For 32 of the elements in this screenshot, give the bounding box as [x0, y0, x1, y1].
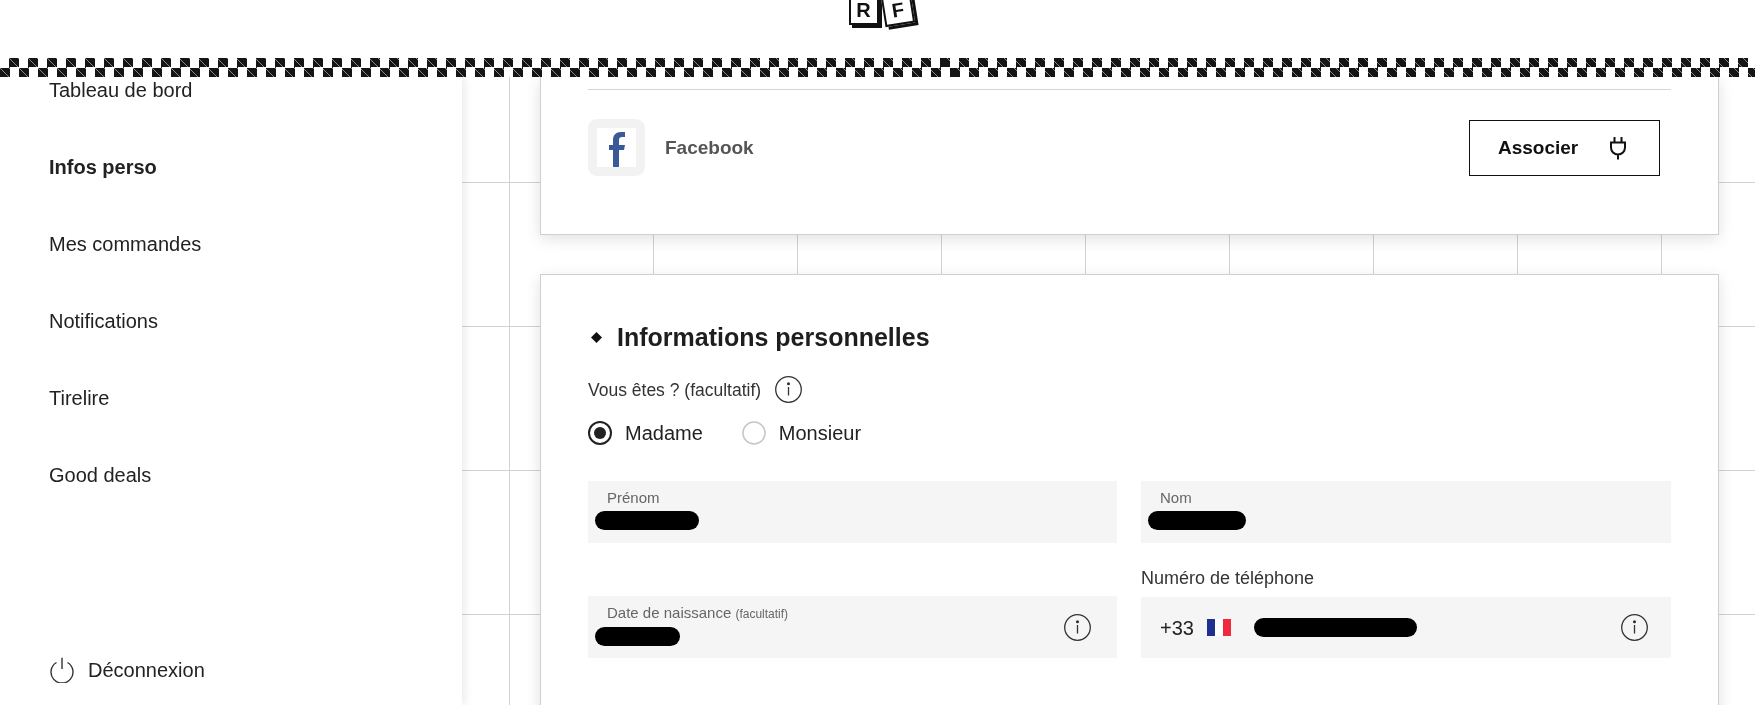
sidebar-link[interactable]: Tirelire	[49, 386, 110, 410]
sidebar-link[interactable]: Notifications	[49, 309, 158, 333]
sidebar-link[interactable]: Infos perso	[49, 155, 157, 179]
connect-button[interactable]: Associer	[1469, 119, 1660, 176]
power-icon	[49, 657, 75, 683]
logo-letter: R	[848, 0, 879, 25]
sidebar-link[interactable]: Good deals	[49, 463, 152, 487]
phone-field[interactable]: +33	[1141, 597, 1671, 658]
text-field[interactable]: Date de naissance (facultatif)	[588, 596, 1117, 658]
sidebar-link[interactable]: Tableau de bord	[49, 78, 193, 102]
field-label: Nom	[1160, 489, 1192, 507]
diamond-icon	[591, 331, 602, 343]
radio-option[interactable]: Monsieur	[741, 421, 862, 445]
text-field[interactable]: Prénom	[588, 481, 1117, 543]
text-field[interactable]: Nom	[1141, 481, 1671, 543]
logo-letter: F	[880, 0, 915, 28]
radio-option[interactable]: Madame	[588, 421, 703, 445]
sidebar-link[interactable]: Mes commandes	[49, 232, 202, 256]
field-label: Prénom	[607, 489, 660, 507]
field-label: Numéro de téléphone	[1141, 567, 1316, 589]
account-name: Facebook	[665, 135, 755, 160]
logout-button[interactable]: Déconnexion	[49, 657, 205, 683]
info-icon[interactable]	[1621, 614, 1648, 641]
plug-icon	[1609, 135, 1627, 160]
info-icon[interactable]	[775, 376, 803, 403]
section-title: Informations personnelles	[617, 322, 930, 352]
country-code: +33	[1160, 615, 1194, 640]
info-icon[interactable]	[1064, 613, 1091, 641]
social-logo-icon	[588, 119, 645, 176]
flag-icon	[1206, 619, 1231, 636]
question-label: Vous êtes ? (facultatif)	[588, 378, 762, 401]
field-label: Date de naissance (facultatif)	[607, 604, 789, 623]
